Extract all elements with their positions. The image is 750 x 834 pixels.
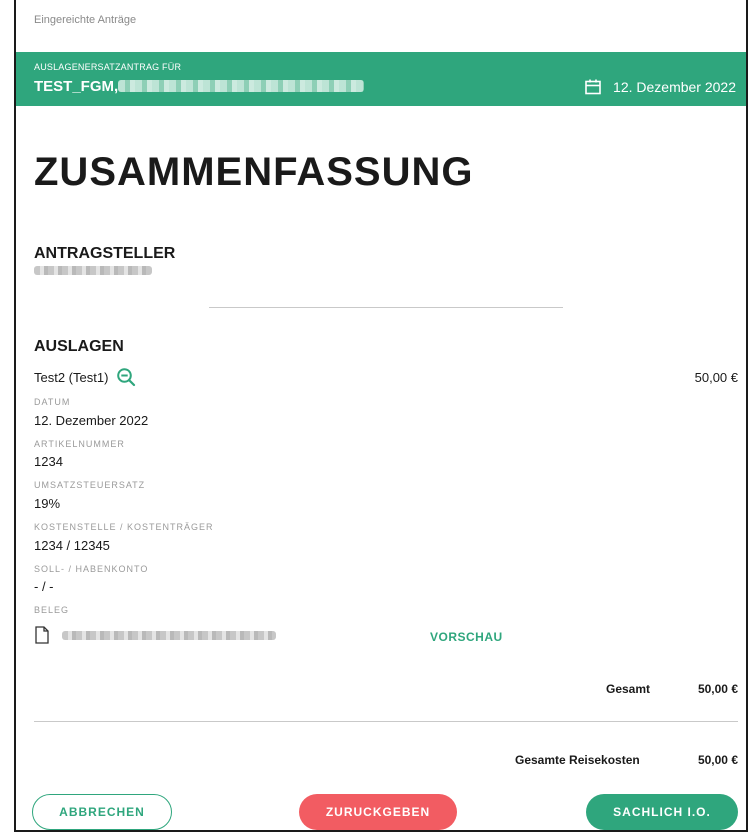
redacted-name (118, 80, 364, 92)
approve-button[interactable]: SACHLICH I.O. (586, 794, 738, 830)
page-title: ZUSAMMENFASSUNG (34, 150, 474, 194)
redacted-filename (62, 631, 276, 640)
request-banner: AUSLAGENERSATZANTRAG FÜR TEST_FGM, 12. D… (16, 52, 746, 106)
field-label-vat-rate: UMSATZSTEUERSATZ (34, 480, 146, 490)
field-label-cost-center: KOSTENSTELLE / KOSTENTRÄGER (34, 522, 214, 532)
field-value-date: 12. Dezember 2022 (34, 413, 149, 428)
field-value-vat-rate: 19% (34, 496, 61, 511)
expense-item-amount: 50,00 € (694, 370, 738, 385)
preview-link[interactable]: VORSCHAU (430, 630, 503, 644)
total-value: 50,00 € (697, 682, 738, 696)
banner-subtitle: AUSLAGENERSATZANTRAG FÜR (34, 62, 182, 72)
grand-total-label: Gesamte Reisekosten (515, 753, 640, 767)
field-label-date: DATUM (34, 397, 71, 407)
breadcrumb[interactable]: Eingereichte Anträge (34, 14, 136, 26)
field-value-cost-center: 1234 / 12345 (34, 538, 110, 553)
document-icon (35, 626, 49, 644)
total-divider (34, 721, 738, 722)
cancel-button[interactable]: ABBRECHEN (32, 794, 172, 830)
expense-item-name: Test2 (Test1) (34, 370, 109, 385)
applicant-heading: ANTRAGSTELLER (34, 245, 176, 262)
redacted-applicant (34, 266, 152, 275)
calendar-icon (585, 79, 601, 95)
field-value-accounts: - / - (34, 579, 54, 594)
section-divider (209, 307, 563, 308)
field-label-receipt: BELEG (34, 605, 70, 615)
zoom-out-icon[interactable] (116, 367, 136, 387)
expenses-heading: AUSLAGEN (34, 338, 124, 355)
field-label-article-number: ARTIKELNUMMER (34, 439, 125, 449)
banner-date: 12. Dezember 2022 (613, 79, 736, 95)
field-value-article-number: 1234 (34, 454, 63, 469)
banner-applicant-name: TEST_FGM, (34, 78, 119, 95)
field-label-accounts: SOLL- / HABENKONTO (34, 564, 149, 574)
grand-total-value: 50,00 € (697, 753, 738, 767)
return-button[interactable]: ZURUCKGEBEN (299, 794, 457, 830)
total-label: Gesamt (606, 682, 651, 696)
